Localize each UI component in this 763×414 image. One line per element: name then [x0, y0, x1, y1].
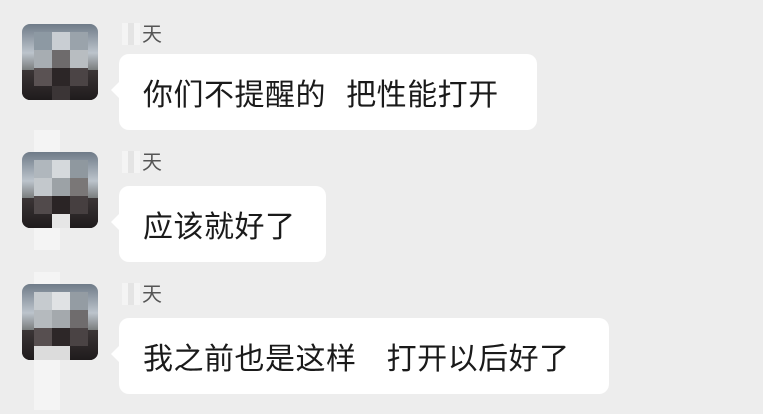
sender-name-text: 天	[142, 22, 162, 46]
message-text: 应该就好了	[143, 210, 296, 245]
sender-name: 天	[122, 20, 162, 48]
message-bubble[interactable]: 应该就好了	[111, 186, 326, 262]
chat-window: 天 你们不提醒的 把性能打开 天 应该就好了 天 我之前也是这样 打开以后好了	[0, 0, 763, 414]
message-text: 你们不提醒的 把性能打开	[143, 78, 499, 113]
avatar[interactable]	[22, 152, 98, 228]
avatar[interactable]	[22, 284, 98, 360]
message-text: 我之前也是这样 打开以后好了	[143, 342, 570, 377]
sender-name-text: 天	[142, 150, 162, 174]
sender-name: 天	[122, 280, 162, 308]
redacted-name-block	[122, 151, 140, 173]
redacted-name-block	[122, 23, 140, 45]
avatar[interactable]	[22, 24, 98, 100]
sender-name-text: 天	[142, 282, 162, 306]
message-bubble[interactable]: 我之前也是这样 打开以后好了	[111, 318, 609, 394]
message-bubble[interactable]: 你们不提醒的 把性能打开	[111, 54, 537, 130]
sender-name: 天	[122, 148, 162, 176]
redacted-name-block	[122, 283, 140, 305]
